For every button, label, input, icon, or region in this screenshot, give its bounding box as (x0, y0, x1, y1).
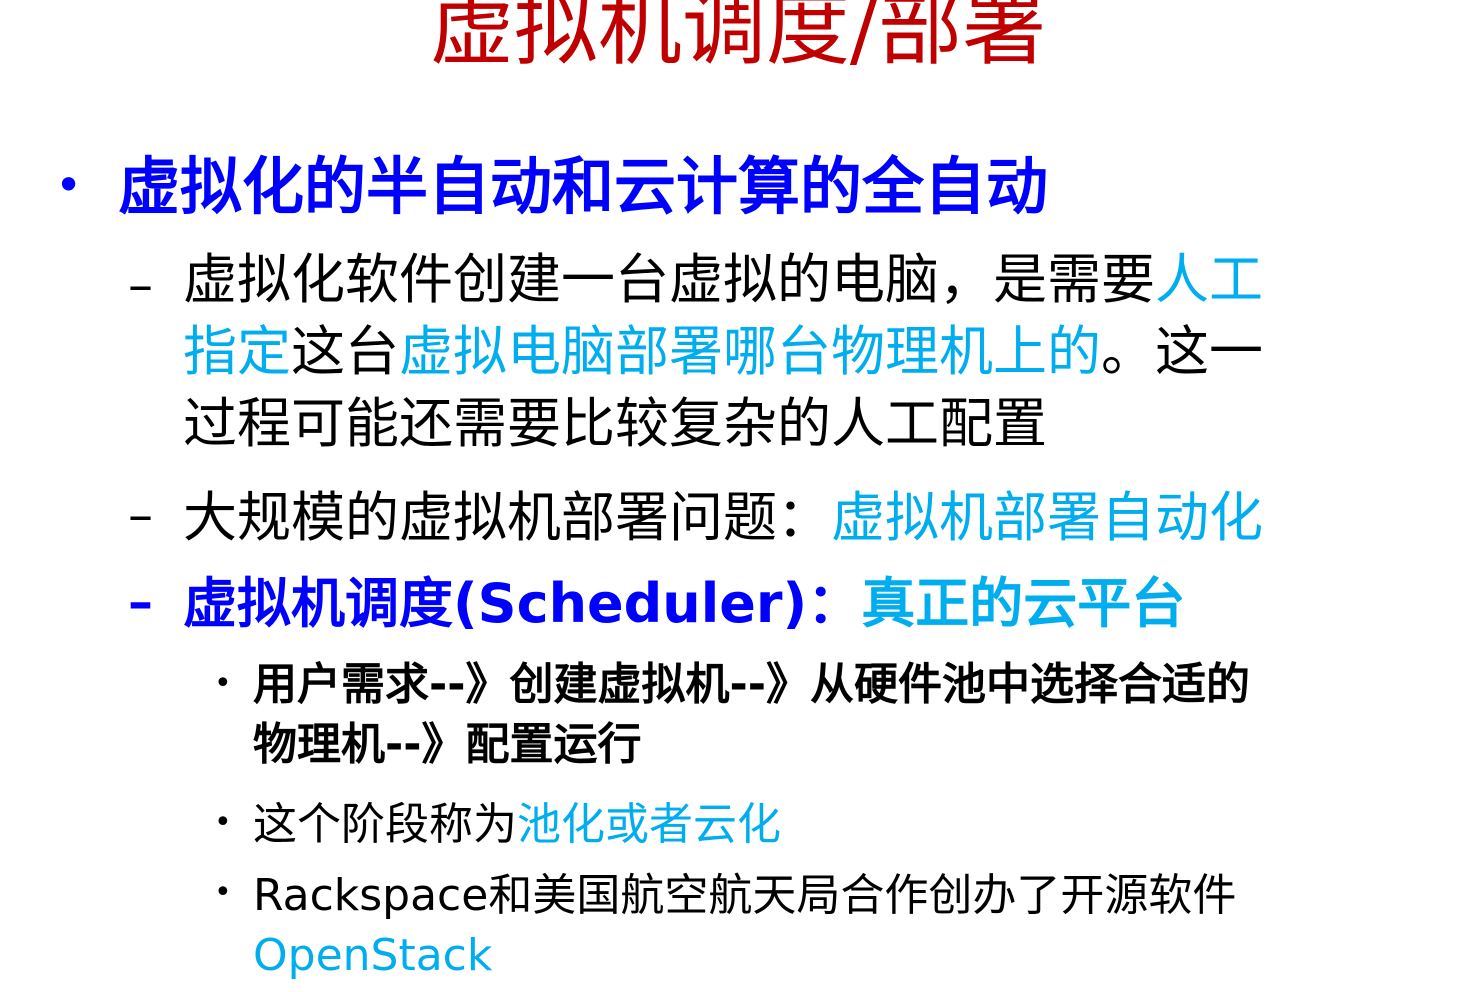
bullet-marker: • (214, 805, 232, 840)
sub-point-manual-placement: 虚拟化软件创建一台虚拟的电脑，是需要人工 指定这台虚拟电脑部署哪台物理机上的。这… (183, 244, 1263, 460)
text-run: 这台 (291, 320, 399, 383)
text-line: 物理机--》配置运行 (253, 719, 642, 770)
bullet-marker: • (214, 666, 232, 701)
text-run: 这个阶段称为 (253, 799, 517, 850)
detail-pooling: 这个阶段称为池化或者云化 (253, 795, 781, 855)
dash-marker: – (128, 573, 153, 631)
dash-marker: – (128, 486, 153, 544)
highlight-text: 人工 (1155, 248, 1263, 311)
detail-workflow: 用户需求--》创建虚拟机--》从硬件池中选择合适的 物理机--》配置运行 (253, 655, 1250, 775)
highlight-text: 池化或者云化 (517, 799, 781, 850)
text-run: 虚拟机调度(Scheduler)： (183, 572, 862, 635)
text-run: 过程可能还需要比较复杂的人工配置 (183, 392, 1047, 455)
text-line: 用户需求--》创建虚拟机--》从硬件池中选择合适的 (253, 659, 1251, 710)
slide-title: 虚拟机调度/部署 (429, 0, 1047, 77)
highlight-text: 虚拟机部署自动化 (831, 486, 1263, 549)
sub-point-large-scale: 大规模的虚拟机部署问题：虚拟机部署自动化 (183, 482, 1263, 554)
main-point: 虚拟化的半自动和云计算的全自动 (118, 150, 1049, 223)
text-line: 指定这台虚拟电脑部署哪台物理机上的。这一 (183, 316, 1263, 388)
highlight-text: 虚拟电脑部署哪台物理机上的 (399, 320, 1101, 383)
text-run: 大规模的虚拟机部署问题： (183, 486, 831, 549)
text-line: Rackspace和美国航空航天局合作创办了开源软件 (253, 870, 1237, 921)
bullet-marker: • (214, 875, 232, 910)
sub-point-scheduler: 虚拟机调度(Scheduler)：真正的云平台 (183, 568, 1185, 640)
highlight-text: 真正的云平台 (861, 572, 1186, 635)
highlight-text: 指定 (183, 320, 291, 383)
text-run: 虚拟化软件创建一台虚拟的电脑，是需要 (183, 248, 1155, 311)
text-line: 虚拟化软件创建一台虚拟的电脑，是需要人工 (183, 244, 1263, 316)
dash-marker: – (128, 256, 153, 314)
bullet-marker: • (55, 158, 83, 212)
detail-openstack: Rackspace和美国航空航天局合作创办了开源软件 OpenStack (253, 866, 1236, 986)
text-run: 。这一 (1101, 320, 1263, 383)
text-line: 过程可能还需要比较复杂的人工配置 (183, 388, 1263, 460)
highlight-text: OpenStack (253, 930, 493, 981)
